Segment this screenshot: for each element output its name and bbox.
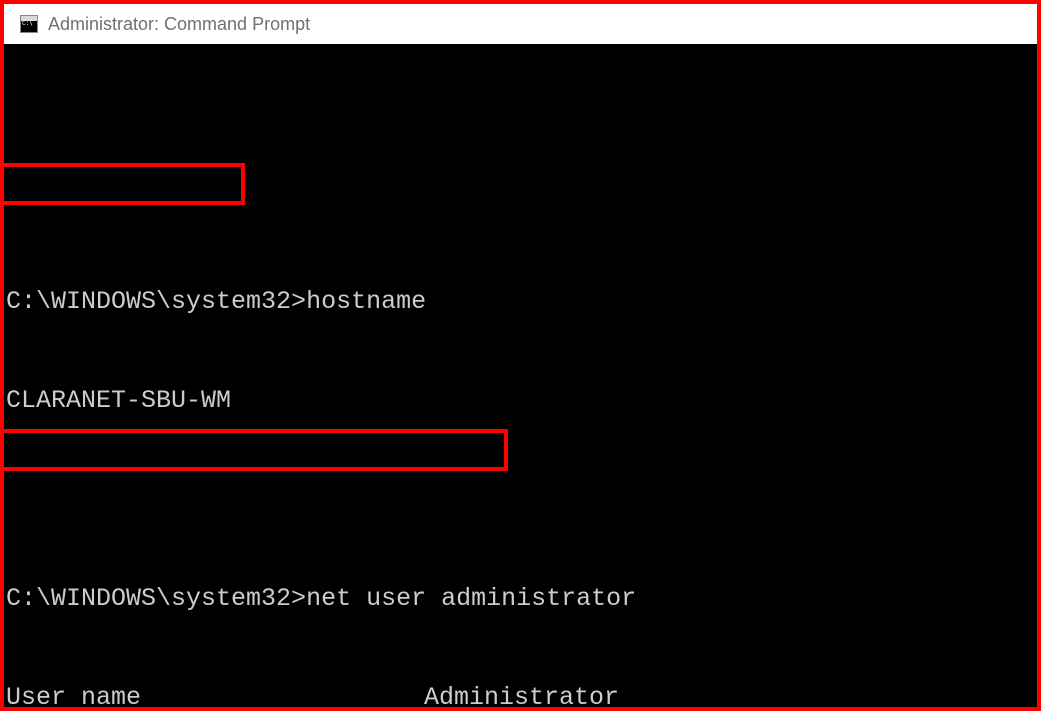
command-net-user: net user administrator	[306, 584, 636, 613]
prompt-path: C:\WINDOWS\system32>	[6, 287, 306, 316]
cmd-prompt-icon: C:\	[20, 15, 38, 33]
terminal-content: C:\WINDOWS\system32>hostname CLARANET-SB…	[4, 120, 1037, 707]
screenshot-frame: C:\ Administrator: Command Prompt C:\WIN…	[0, 0, 1041, 711]
row-user-name: User nameAdministrator	[4, 681, 1037, 707]
window-titlebar: C:\ Administrator: Command Prompt	[4, 4, 1037, 44]
prompt-path: C:\WINDOWS\system32>	[6, 584, 306, 613]
window-title: Administrator: Command Prompt	[48, 14, 310, 35]
terminal-body[interactable]: C:\WINDOWS\system32>hostname CLARANET-SB…	[4, 44, 1037, 707]
hostname-output: CLARANET-SBU-WM	[4, 384, 1037, 417]
annotation-highlight-account-active	[4, 429, 508, 471]
command-hostname: hostname	[306, 287, 426, 316]
